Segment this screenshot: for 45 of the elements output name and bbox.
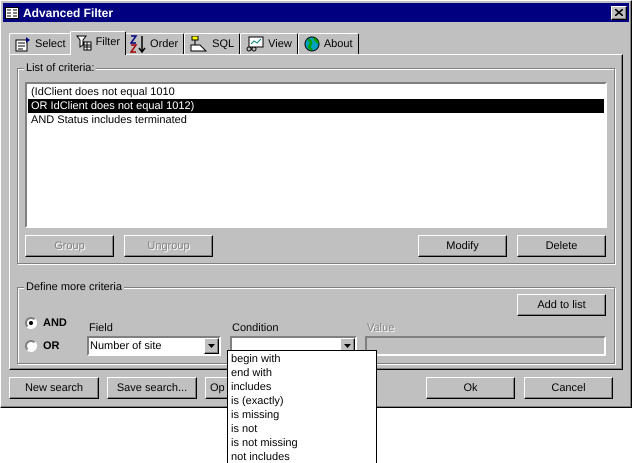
tab[interactable]: Select — [9, 33, 72, 54]
footer-button[interactable]: New search — [9, 377, 99, 399]
tab[interactable]: About — [298, 33, 359, 54]
dropdown-option[interactable]: is not missing — [228, 436, 376, 450]
footer-button[interactable]: Ok — [426, 377, 515, 399]
radio-button[interactable] — [25, 317, 37, 330]
globe-icon — [304, 36, 320, 52]
radio-button[interactable] — [25, 340, 37, 352]
dropdown-option[interactable]: begin with — [228, 352, 376, 366]
dropdown-option[interactable]: is (exactly) — [228, 394, 376, 408]
form-icon — [15, 36, 31, 52]
tab[interactable]: Filter — [70, 31, 126, 55]
window-icon — [5, 6, 19, 18]
tab[interactable]: Order — [124, 33, 184, 54]
criteria-item[interactable]: OR IdClient does not equal 1012) — [28, 99, 604, 113]
add-button[interactable]: Add to list — [517, 294, 606, 316]
field-label: Field — [88, 320, 114, 336]
close-button[interactable] — [611, 6, 627, 20]
dropdown-arrow-icon — [208, 344, 215, 348]
value-label: Value — [366, 320, 396, 336]
dropdown-option[interactable]: includes — [228, 380, 376, 394]
close-icon — [615, 9, 623, 16]
dropdown-option[interactable]: is missing — [228, 408, 376, 422]
action-button[interactable]: Delete — [517, 235, 606, 257]
footer-button[interactable]: Cancel — [524, 377, 613, 399]
dropdown-option[interactable]: not includes — [228, 450, 376, 463]
criteria-list[interactable]: (IdClient does not equal 1010 OR IdClient does not equal 1012) AND Status includes terminated — [25, 82, 607, 228]
window-title: Advanced Filter — [23, 4, 114, 22]
dropdown-option[interactable]: end with — [228, 366, 376, 380]
footer-button[interactable]: Save search... — [107, 377, 197, 399]
tab[interactable]: SQL — [184, 33, 240, 54]
screen-icon — [246, 36, 264, 52]
dropdown-arrow-icon — [344, 344, 351, 348]
field-dropdown[interactable]: Number of site — [87, 336, 221, 356]
action-button[interactable]: Modify — [418, 235, 507, 257]
condition-label: Condition — [231, 320, 280, 336]
funnel-icon — [76, 34, 92, 50]
radio-label: OR — [43, 338, 60, 354]
sort-icon — [130, 35, 146, 53]
criteria-item[interactable]: (IdClient does not equal 1010 — [28, 85, 604, 99]
tab[interactable]: View — [240, 33, 298, 54]
dropdown-option[interactable]: is not — [228, 422, 376, 436]
criteria-item[interactable]: AND Status includes terminated — [28, 113, 604, 127]
radio-label: AND — [43, 316, 67, 331]
pin-icon — [190, 36, 208, 52]
